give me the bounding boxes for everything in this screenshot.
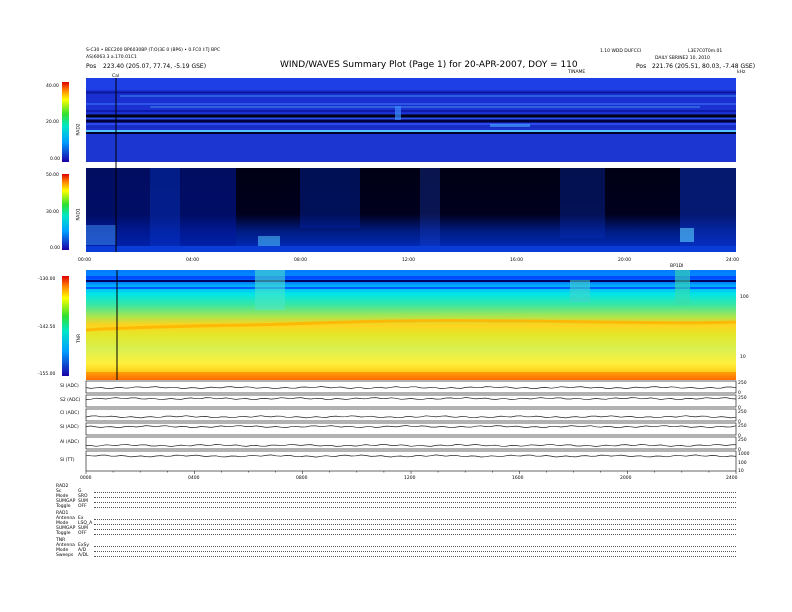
line-panel-frame — [85, 422, 737, 436]
tnr-tick-bottom: -155.00 — [38, 372, 56, 377]
info-section: RAD2 Sc G Mode SRO SUMGAP SUM Toggle OFF… — [56, 484, 736, 558]
time-tick: 00:00 — [78, 258, 91, 263]
line-label: SI (ADC) — [60, 384, 79, 389]
tnr-right-tick-10: 10 — [740, 355, 746, 360]
bottom-time-tick: 0000 — [80, 476, 92, 481]
line-panel-frame — [85, 436, 737, 450]
info-value: A/DL — [78, 553, 89, 558]
info-value: OFF — [78, 531, 87, 536]
info-divider — [94, 507, 736, 508]
line-right-tick: 250 — [738, 396, 747, 401]
rad1-tick-bottom: 0.00 — [50, 246, 61, 251]
rad1-axis-label: RAD1 — [76, 208, 82, 221]
tnr-spectrogram — [85, 270, 737, 380]
info-divider — [94, 502, 736, 503]
bottom-time-tick: 2400 — [726, 476, 738, 481]
line-panel-frame — [85, 394, 737, 408]
info-divider — [94, 529, 736, 530]
line-series — [85, 415, 737, 419]
rad1-colorbar — [62, 174, 69, 250]
info-key: Toggle — [56, 504, 71, 509]
info-value: OFF — [78, 504, 87, 509]
tnr-right-tick-100: 100 — [740, 295, 749, 300]
bottom-time-tick: 0800 — [296, 476, 308, 481]
tnr-tick-mid: -142.50 — [38, 325, 56, 330]
bottom-time-tick: 2000 — [620, 476, 632, 481]
rad1-tick-top: 50.00 — [46, 173, 59, 178]
rad2-tick-bottom: 0.00 — [50, 157, 61, 162]
time-tick: 12:00 — [402, 258, 415, 263]
info-divider — [94, 519, 736, 520]
rad2-axis-label: RAD2 — [76, 123, 82, 136]
tnr-colorbar — [62, 276, 69, 376]
info-row: Toggle OFF — [56, 531, 736, 536]
line-panel-frame — [85, 408, 737, 422]
rad2-tick-top: 40.00 — [46, 84, 59, 89]
rad2-colorbar — [62, 82, 69, 162]
tnr-tick-top: -130.00 — [38, 277, 56, 282]
line-right-tick: 250 — [738, 438, 747, 443]
time-tick: 04:00 — [186, 258, 199, 263]
time-tick: 20:00 — [618, 258, 631, 263]
line-label: AI (ADC) — [60, 440, 80, 445]
time-tick: 08:00 — [294, 258, 307, 263]
info-row: Sweeps A/DL — [56, 553, 736, 558]
info-divider — [94, 492, 736, 493]
line-right-tick: 100 — [738, 461, 747, 466]
time-tick: 24:00 — [726, 258, 739, 263]
line-series — [85, 386, 737, 390]
info-row: Toggle OFF — [56, 504, 736, 509]
rad1-tick-mid: 30.00 — [46, 210, 59, 215]
line-right-tick: 250 — [738, 424, 747, 429]
info-divider — [94, 534, 736, 535]
info-divider — [94, 551, 736, 552]
time-tick: 16:00 — [510, 258, 523, 263]
line-series — [85, 425, 737, 429]
rad2-spectrogram — [86, 78, 736, 162]
tnr-corner-label: BP1DI — [670, 264, 684, 269]
line-label: SI (ADC) — [60, 425, 79, 430]
line-series — [85, 397, 737, 401]
info-divider — [94, 524, 736, 525]
line-label: S2 (ADC) — [60, 398, 81, 403]
tnr-axis-label: TNR — [77, 333, 83, 344]
bottom-time-tick: 1200 — [404, 476, 416, 481]
info-key: Sweeps — [56, 553, 74, 558]
line-panel-frame — [85, 450, 737, 472]
info-divider — [94, 556, 736, 557]
line-plots — [85, 380, 737, 474]
rad2-tick-mid: 20.00 — [46, 120, 59, 125]
bottom-time-tick: 0400 — [188, 476, 200, 481]
line-right-tick: 1000 — [738, 452, 750, 457]
rad1-spectrogram — [86, 168, 736, 252]
info-divider — [94, 546, 736, 547]
line-series — [85, 454, 737, 458]
info-key: Toggle — [56, 531, 71, 536]
bottom-time-tick: 1600 — [512, 476, 524, 481]
line-right-tick: 250 — [738, 381, 747, 386]
line-series — [85, 443, 737, 447]
line-right-tick: 10 — [738, 469, 744, 474]
info-divider — [94, 497, 736, 498]
line-label: SI (TT) — [60, 458, 75, 463]
line-right-tick: 250 — [738, 410, 747, 415]
line-label: CI (ADC) — [60, 411, 80, 416]
